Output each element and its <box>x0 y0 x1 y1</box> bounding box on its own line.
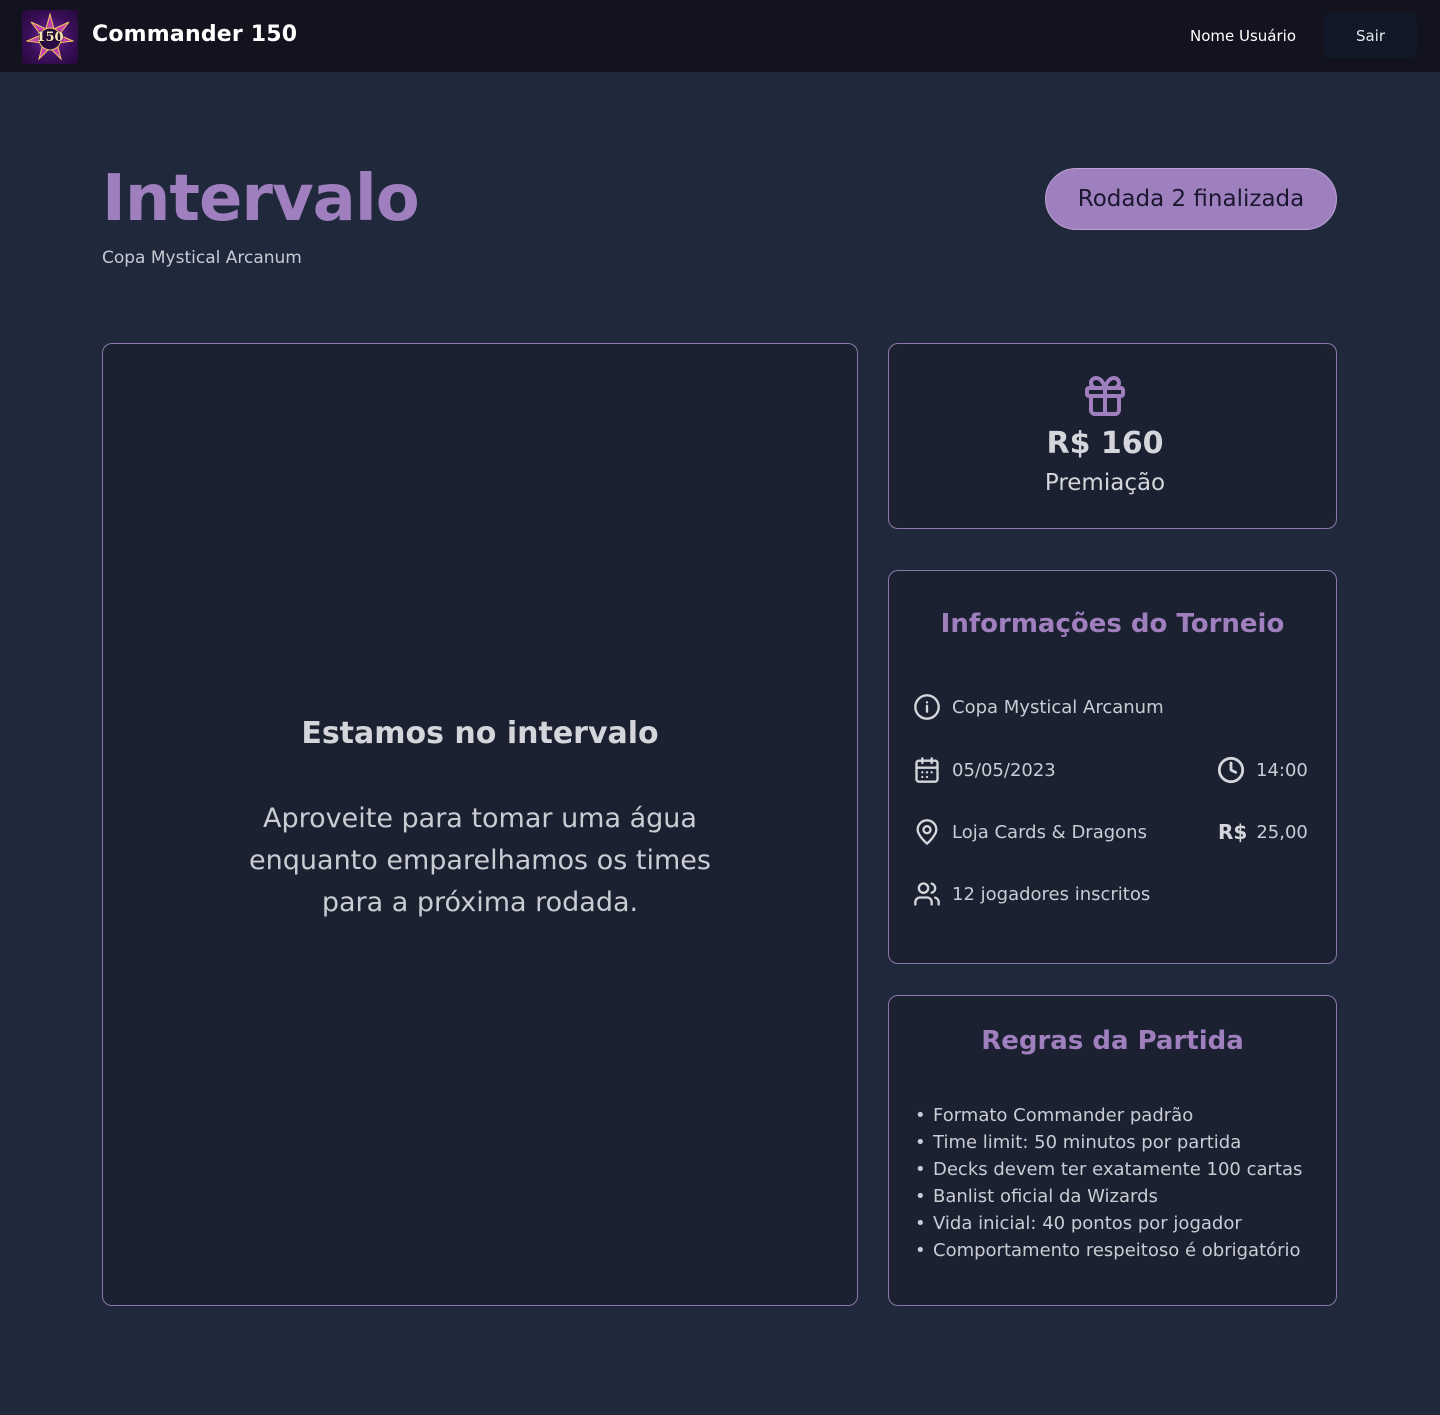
break-message: Aproveite para tomar uma água enquanto e… <box>249 803 711 918</box>
map-pin-icon <box>916 819 938 845</box>
top-navbar: 150 Commander 150 Nome Usuário Sair <box>0 0 1440 72</box>
tournament-location: Loja Cards & Dragons <box>952 821 1147 843</box>
rule-item: Time limit: 50 minutos por partida <box>913 1129 1323 1156</box>
rule-item: Comportamento respeitoso é obrigatório <box>913 1237 1323 1264</box>
prize-card: R$ 160 Premiação <box>888 343 1337 529</box>
rules-heading: Regras da Partida <box>981 1026 1244 1056</box>
match-rules-card: Regras da Partida Formato Commander padr… <box>888 995 1337 1306</box>
logout-button[interactable]: Sair <box>1324 13 1417 58</box>
calendar-icon <box>915 757 939 783</box>
tournament-time-row: 14:00 <box>1217 755 1308 785</box>
break-title: Estamos no intervalo <box>301 716 659 751</box>
currency-icon: R$ <box>1218 820 1248 844</box>
prize-amount: R$ 160 <box>1046 426 1164 461</box>
tournament-info-heading: Informações do Torneio <box>940 609 1285 639</box>
tournament-time: 14:00 <box>1256 759 1308 781</box>
players-count: 12 jogadores inscritos <box>952 883 1151 905</box>
logo-number: 150 <box>36 30 64 45</box>
break-panel: Estamos no intervalo Aproveite para toma… <box>102 343 858 1306</box>
rule-item: Banlist oficial da Wizards <box>913 1183 1323 1210</box>
round-status-badge: Rodada 2 finalizada <box>1045 168 1337 230</box>
tournament-name: Copa Mystical Arcanum <box>952 696 1164 718</box>
rules-list: Formato Commander padrão Time limit: 50 … <box>913 1102 1323 1264</box>
rule-item: Vida inicial: 40 pontos por jogador <box>913 1210 1323 1237</box>
app-title[interactable]: Commander 150 <box>92 22 297 47</box>
rule-item: Decks devem ter exatamente 100 cartas <box>913 1156 1323 1183</box>
tournament-location-row: Loja Cards & Dragons <box>913 817 1147 847</box>
tournament-date: 05/05/2023 <box>952 759 1056 781</box>
page-title: Intervalo <box>102 162 420 236</box>
tournament-date-row: 05/05/2023 <box>913 755 1056 785</box>
tournament-name-row: Copa Mystical Arcanum <box>913 692 1164 722</box>
entry-fee: 25,00 <box>1256 821 1308 843</box>
users-icon <box>914 882 940 906</box>
rule-item: Formato Commander padrão <box>913 1102 1323 1129</box>
info-icon <box>914 694 940 720</box>
clock-icon <box>1217 756 1245 784</box>
tournament-info-card: Informações do Torneio Copa Mystical Arc… <box>888 570 1337 964</box>
gift-icon <box>1085 376 1125 416</box>
prize-label: Premiação <box>1044 470 1166 496</box>
entry-fee-row: R$ 25,00 <box>1218 817 1308 847</box>
players-row: 12 jogadores inscritos <box>913 879 1150 909</box>
page-subtitle: Copa Mystical Arcanum <box>102 248 302 268</box>
app-logo[interactable]: 150 <box>22 10 78 64</box>
user-name-link[interactable]: Nome Usuário <box>1190 27 1296 45</box>
